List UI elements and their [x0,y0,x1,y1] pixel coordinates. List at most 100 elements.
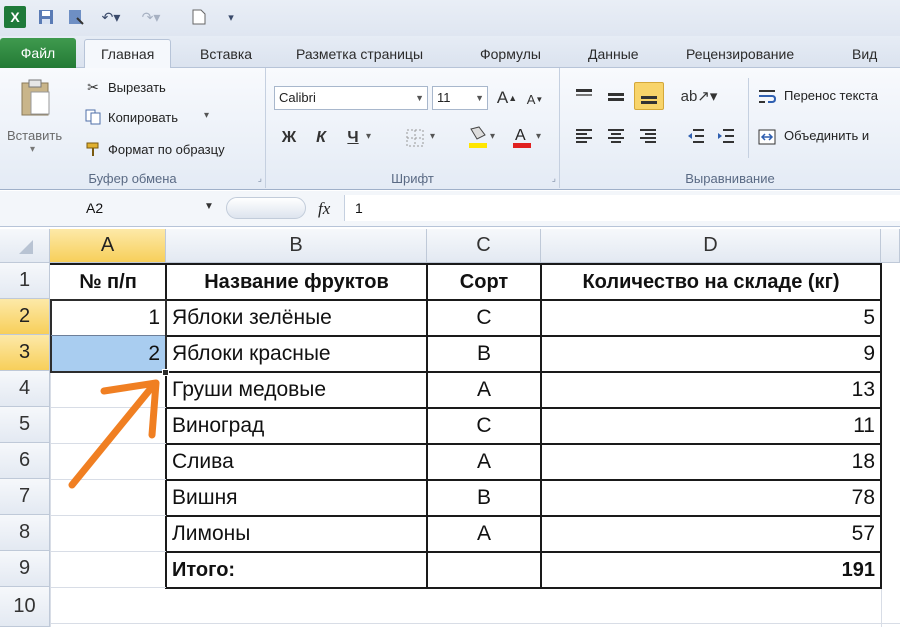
row-header-7[interactable]: 7 [0,479,50,515]
font-launcher-icon[interactable]: ⌟ [552,173,556,184]
align-middle-icon[interactable] [604,84,628,108]
cell-c7[interactable]: В [429,481,539,515]
wrap-text-icon [756,86,778,108]
row-header-4[interactable]: 4 [0,371,50,407]
tab-home[interactable]: Главная [84,39,172,69]
formula-bar-splitter[interactable] [226,197,306,219]
cell-b4[interactable]: Груши медовые [172,373,424,407]
new-document-icon[interactable] [190,6,208,28]
text-orientation-icon[interactable]: ab↗▾ [681,84,718,108]
select-all-corner[interactable] [0,229,50,263]
borders-dropdown-icon[interactable]: ▾ [430,131,435,142]
cell-a3[interactable]: 2 [52,337,160,371]
cell-b7[interactable]: Вишня [172,481,424,515]
column-header-c[interactable]: C [427,229,541,263]
italic-button[interactable]: К [310,126,332,150]
cell-a2[interactable]: 1 [52,301,160,335]
cell-d3[interactable]: 9 [543,337,875,371]
name-box[interactable]: A2 [0,195,224,221]
font-color-dropdown-icon[interactable]: ▾ [536,131,541,142]
bold-button[interactable]: Ж [278,126,300,150]
total-value-cell[interactable]: 191 [543,553,875,587]
row-header-3[interactable]: 3 [0,335,50,371]
total-label-cell[interactable]: Итого: [172,553,424,587]
row-header-8[interactable]: 8 [0,515,50,551]
tab-formulas[interactable]: Формулы [480,40,541,68]
fill-color-dropdown-icon[interactable]: ▾ [490,131,495,142]
row-header-1[interactable]: 1 [0,263,50,299]
paste-button[interactable]: Вставить [7,128,62,143]
row-header-5[interactable]: 5 [0,407,50,443]
format-painter-button[interactable]: Формат по образцу [108,142,225,157]
cell-b6[interactable]: Слива [172,445,424,479]
cell-b2[interactable]: Яблоки зелёные [172,301,424,335]
paste-icon[interactable] [16,76,56,120]
tab-review[interactable]: Рецензирование [686,40,794,68]
align-center-icon[interactable] [604,124,628,148]
cell-d5[interactable]: 11 [543,409,875,443]
cell-c8[interactable]: А [429,517,539,551]
fx-icon[interactable]: fx [318,199,330,219]
column-header-b[interactable]: B [166,229,427,263]
font-size-combo[interactable]: 11 ▼ [432,86,488,110]
underline-dropdown-icon[interactable]: ▾ [366,131,371,142]
header-cell-sort[interactable]: Сорт [429,265,539,299]
row-header-10[interactable]: 10 [0,587,50,627]
column-header-d[interactable]: D [541,229,881,263]
cell-b8[interactable]: Лимоны [172,517,424,551]
cell-d8[interactable]: 57 [543,517,875,551]
grow-font-icon[interactable]: A ▲ [496,86,518,110]
cell-d7[interactable]: 78 [543,481,875,515]
borders-icon[interactable] [402,126,428,150]
align-right-icon[interactable] [636,124,660,148]
cell-c5[interactable]: С [429,409,539,443]
customize-icon[interactable]: ▾ [224,6,238,28]
row-header-2[interactable]: 2 [0,299,50,335]
column-header-a[interactable]: A [50,229,166,263]
cell-c6[interactable]: А [429,445,539,479]
align-top-icon[interactable] [572,84,596,108]
header-cell-quantity[interactable]: Количество на складе (кг) [543,265,879,299]
underline-button[interactable]: Ч [342,126,364,150]
cell-c3[interactable]: В [429,337,539,371]
tab-insert[interactable]: Вставка [200,40,252,68]
formula-input[interactable]: 1 [344,195,900,221]
clipboard-launcher-icon[interactable]: ⌟ [258,173,262,184]
copy-button[interactable]: Копировать [108,110,178,125]
align-left-icon[interactable] [572,124,596,148]
decrease-indent-icon[interactable] [684,124,708,148]
cell-b5[interactable]: Виноград [172,409,424,443]
cut-button[interactable]: Вырезать [108,80,166,95]
paste-dropdown-icon[interactable]: ▾ [30,144,35,155]
wrap-text-button[interactable]: Перенос текста [784,88,878,103]
row-header-9[interactable]: 9 [0,551,50,587]
undo-icon[interactable]: ↶▾ [100,6,122,28]
shrink-font-icon[interactable]: A ▼ [524,88,546,110]
cell-d2[interactable]: 5 [543,301,875,335]
redo-icon[interactable]: ↷▾ [140,6,162,28]
cell-d6[interactable]: 18 [543,445,875,479]
cell-c4[interactable]: А [429,373,539,407]
column-header-e[interactable] [881,229,900,263]
merge-button[interactable]: Объединить и [784,128,869,143]
tab-view[interactable]: Вид [852,40,877,68]
tab-data[interactable]: Данные [588,40,639,68]
font-color-icon[interactable]: A [510,124,534,150]
tab-file[interactable]: Файл [0,38,76,68]
increase-indent-icon[interactable] [714,124,738,148]
alignment-group-label: Выравнивание [685,171,775,186]
fill-color-icon[interactable] [466,124,490,150]
cell-c2[interactable]: С [429,301,539,335]
row-header-6[interactable]: 6 [0,443,50,479]
header-cell-name[interactable]: Название фруктов [168,265,425,299]
cell-d4[interactable]: 13 [543,373,875,407]
cell-b3[interactable]: Яблоки красные [172,337,424,371]
save-icon[interactable] [36,6,56,28]
save-as-icon[interactable] [66,6,86,28]
header-cell-number[interactable]: № п/п [52,265,164,299]
align-bottom-icon[interactable] [634,82,664,110]
copy-dropdown-icon[interactable]: ▾ [204,110,209,121]
font-name-combo[interactable]: Calibri ▼ [274,86,428,110]
name-box-dropdown-icon[interactable]: ▼ [204,201,214,212]
tab-page-layout[interactable]: Разметка страницы [296,40,423,68]
